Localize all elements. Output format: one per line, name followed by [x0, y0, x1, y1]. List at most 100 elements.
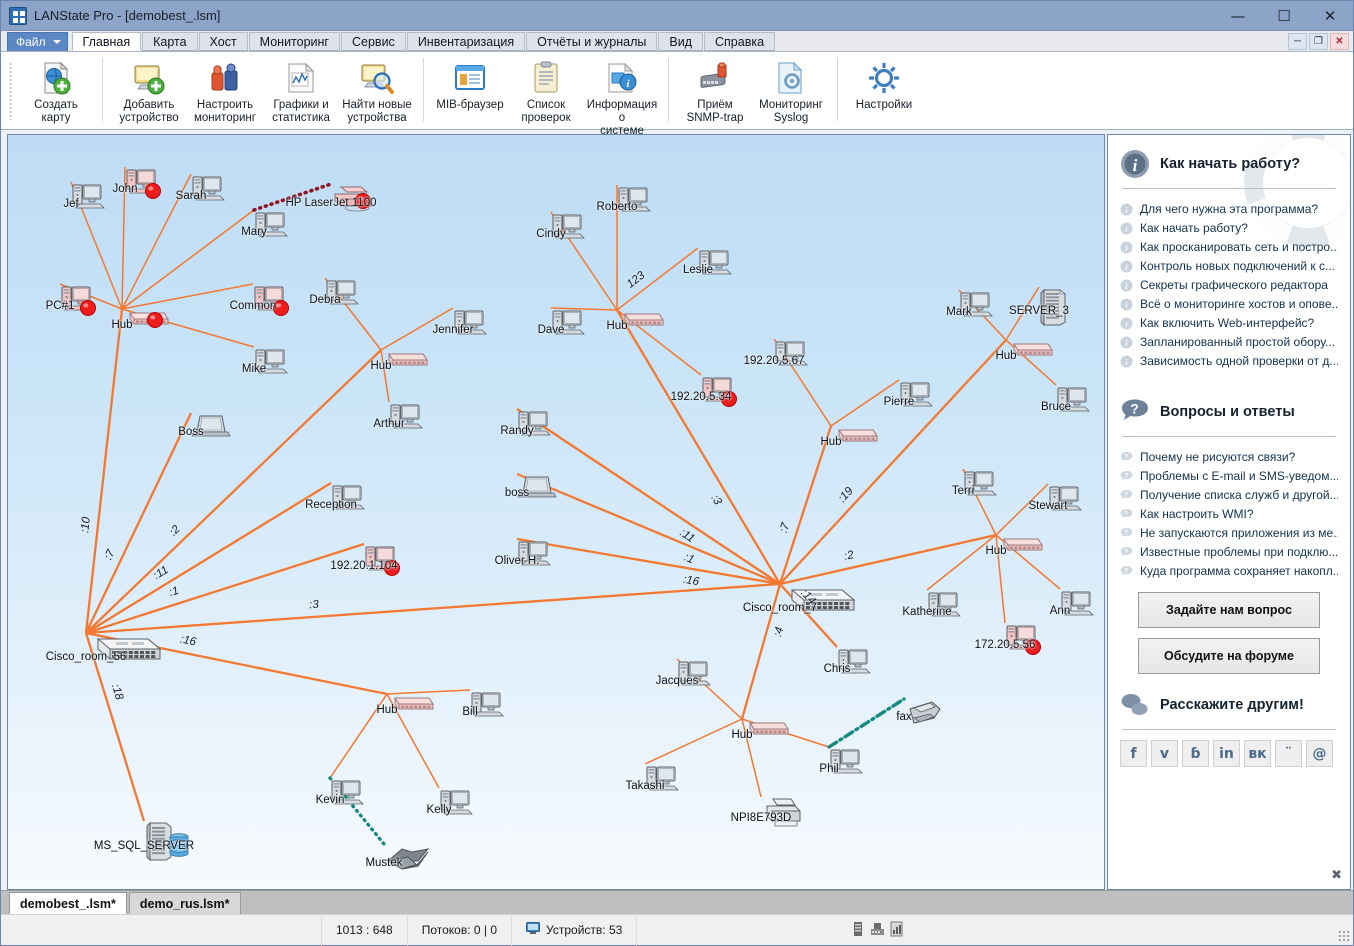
ribbon-tab-1[interactable]: Карта [142, 32, 198, 51]
ask-question-button[interactable]: Задайте нам вопрос [1138, 592, 1320, 628]
info-circle-icon: i [1120, 149, 1150, 179]
ribbon-tab-8[interactable]: Справка [704, 32, 776, 51]
resize-grip[interactable] [1338, 930, 1350, 942]
faq-item[interactable]: ? Получение списка служб и другой... [1120, 485, 1338, 504]
getting-started-item[interactable]: i Как включить Web-интерфейс? [1120, 313, 1338, 332]
faq-item[interactable]: ? Не запускаются приложения из ме... [1120, 523, 1338, 542]
network-link[interactable] [779, 533, 997, 586]
ribbon-tab-6[interactable]: Отчёты и журналы [526, 32, 658, 51]
map-node-label: Phil [819, 763, 839, 775]
window-close-button[interactable]: ✕ [1307, 1, 1353, 31]
network-map-panel[interactable]: Jef John Sarah Mary HP LaserJet 1100 PC#… [7, 134, 1105, 890]
map-node-label: John [112, 183, 138, 195]
network-link[interactable] [644, 718, 743, 765]
linkedin-icon[interactable]: in [1213, 740, 1240, 767]
faq-item[interactable]: ? Почему не рисуются связи? [1120, 447, 1338, 466]
network-link[interactable] [85, 542, 365, 635]
getting-started-item[interactable]: i Запланированный простой обору... [1120, 332, 1338, 351]
faq-item[interactable]: ? Куда программа сохраняет накопл... [1120, 561, 1338, 580]
ribbon-button-charts-statistics[interactable]: Графики и статистика [263, 56, 339, 125]
map-node-label: 192.20.1.104 [330, 560, 398, 572]
share-title: Расскажите другим! [1160, 697, 1304, 713]
document-tab-0[interactable]: demobest_.lsm* [9, 892, 127, 914]
ribbon-button-label: Графики и статистика [272, 99, 330, 124]
ribbon-button-mib-browser[interactable]: MIB-браузер [432, 56, 508, 124]
ribbon-button-syslog-monitoring[interactable]: Мониторинг Syslog [753, 56, 829, 125]
status-bar: 1013 : 648 Потоков: 0 | 0 Устройств: 53 [1, 914, 1353, 946]
close-icon[interactable]: ✖ [1331, 868, 1342, 883]
ribbon-button-settings-gear[interactable]: Настройки [846, 56, 922, 124]
map-node-label: Stewart [1028, 500, 1068, 512]
switch-icon[interactable] [870, 921, 885, 940]
map-node-label: MS_SQL_SERVER [93, 840, 195, 852]
report-icon[interactable] [889, 921, 904, 940]
network-link[interactable] [827, 697, 906, 749]
getting-started-item[interactable]: i Как просканировать сеть и постро... [1120, 237, 1338, 256]
map-node-label: PC#1 [45, 300, 75, 312]
mdi-close-button[interactable]: ✕ [1330, 33, 1349, 50]
status-devices: Устройств: 53 [511, 914, 636, 946]
faq-item[interactable]: ? Проблемы с E-mail и SMS-уведом... [1120, 466, 1338, 485]
map-node-label: 192.20.5.34 [670, 391, 732, 403]
ribbon-tab-4[interactable]: Сервис [341, 32, 406, 51]
map-node-label: Common [229, 300, 277, 312]
network-link[interactable] [85, 582, 781, 635]
window-title: LANState Pro - [demobest_.lsm] [34, 8, 221, 23]
getting-started-item[interactable]: i Как начать работу? [1120, 218, 1338, 237]
ribbon-button-add-device[interactable]: Добавить устройство [111, 56, 187, 125]
getting-started-label: Всё о мониторинге хостов и опове... [1140, 296, 1338, 311]
getting-started-item[interactable]: i Зависимость одной проверки от д... [1120, 351, 1338, 370]
getting-started-label: Как просканировать сеть и постро... [1140, 239, 1338, 254]
forum-button[interactable]: Обсудите на форуме [1138, 638, 1320, 674]
faq-item[interactable]: ? Как настроить WMI? [1120, 504, 1338, 523]
ribbon-button-configure-monitoring[interactable]: Настроить мониторинг [187, 56, 263, 125]
mdi-restore-button[interactable]: ❐ [1309, 33, 1328, 50]
ribbon-tab-5[interactable]: Инвентаризация [406, 32, 526, 51]
window-minimize-button[interactable]: — [1215, 1, 1261, 31]
ribbon-tab-2[interactable]: Хост [198, 32, 248, 51]
faq-label: Как настроить WMI? [1140, 506, 1254, 521]
status-threads: Потоков: 0 | 0 [406, 914, 511, 946]
mdi-minimize-button[interactable]: ─ [1288, 33, 1307, 50]
getting-started-item[interactable]: i Контроль новых подключений к с... [1120, 256, 1338, 275]
getting-started-label: Запланированный простой обору... [1140, 334, 1336, 349]
email-icon[interactable]: @ [1306, 740, 1333, 767]
ribbon-button-find-devices[interactable]: Найти новые устройства [339, 56, 415, 125]
facebook-icon[interactable]: f [1120, 740, 1147, 767]
network-map-canvas[interactable]: Jef John Sarah Mary HP LaserJet 1100 PC#… [8, 135, 1104, 889]
network-link[interactable] [616, 309, 781, 585]
question-small-icon: ? [1120, 470, 1133, 483]
blogger-icon[interactable]: ɓ [1182, 740, 1209, 767]
help-action-buttons: Задайте нам вопрос Обсудите на форуме [1108, 592, 1350, 674]
ribbon-group-separator [668, 58, 669, 121]
odnoklassniki-icon[interactable]: ¨ [1275, 740, 1302, 767]
map-node-label: Roberto [596, 201, 638, 213]
title-bar: LANState Pro - [demobest_.lsm] — ☐ ✕ [1, 1, 1353, 31]
question-small-icon: ? [1120, 527, 1133, 540]
ribbon-button-new-map[interactable]: Создать карту [18, 56, 94, 125]
network-link[interactable] [121, 209, 255, 310]
network-link[interactable] [778, 425, 833, 585]
ribbon-button-snmp-trap[interactable]: Приём SNMP-trap [677, 56, 753, 125]
network-link[interactable] [779, 339, 1007, 585]
chevron-down-icon [52, 40, 61, 44]
network-link[interactable] [84, 308, 124, 634]
map-node-label: Hub [731, 729, 753, 741]
server-rack-icon[interactable] [851, 921, 866, 940]
ribbon-tab-7[interactable]: Вид [658, 32, 703, 51]
vk-icon[interactable]: вк [1244, 740, 1271, 767]
file-menu-button[interactable]: Файл [7, 32, 68, 51]
svg-text:?: ? [1124, 567, 1128, 574]
twitter-icon[interactable]: ᴠ [1151, 740, 1178, 767]
faq-item[interactable]: ? Известные проблемы при подклю... [1120, 542, 1338, 561]
getting-started-item[interactable]: i Для чего нужна эта программа? [1120, 199, 1338, 218]
document-tab-1[interactable]: demo_rus.lsm* [128, 892, 241, 914]
ribbon-button-system-info[interactable]: i Информация о системе [584, 56, 660, 138]
ribbon-button-checks-list[interactable]: Список проверок [508, 56, 584, 125]
getting-started-item[interactable]: i Секреты графического редактора [1120, 275, 1338, 294]
getting-started-item[interactable]: i Всё о мониторинге хостов и опове... [1120, 294, 1338, 313]
window-maximize-button[interactable]: ☐ [1261, 1, 1307, 31]
share-header: Расскажите другим! [1120, 690, 1338, 720]
ribbon-tab-3[interactable]: Мониторинг [248, 32, 340, 51]
ribbon-tab-0[interactable]: Главная [71, 32, 142, 51]
